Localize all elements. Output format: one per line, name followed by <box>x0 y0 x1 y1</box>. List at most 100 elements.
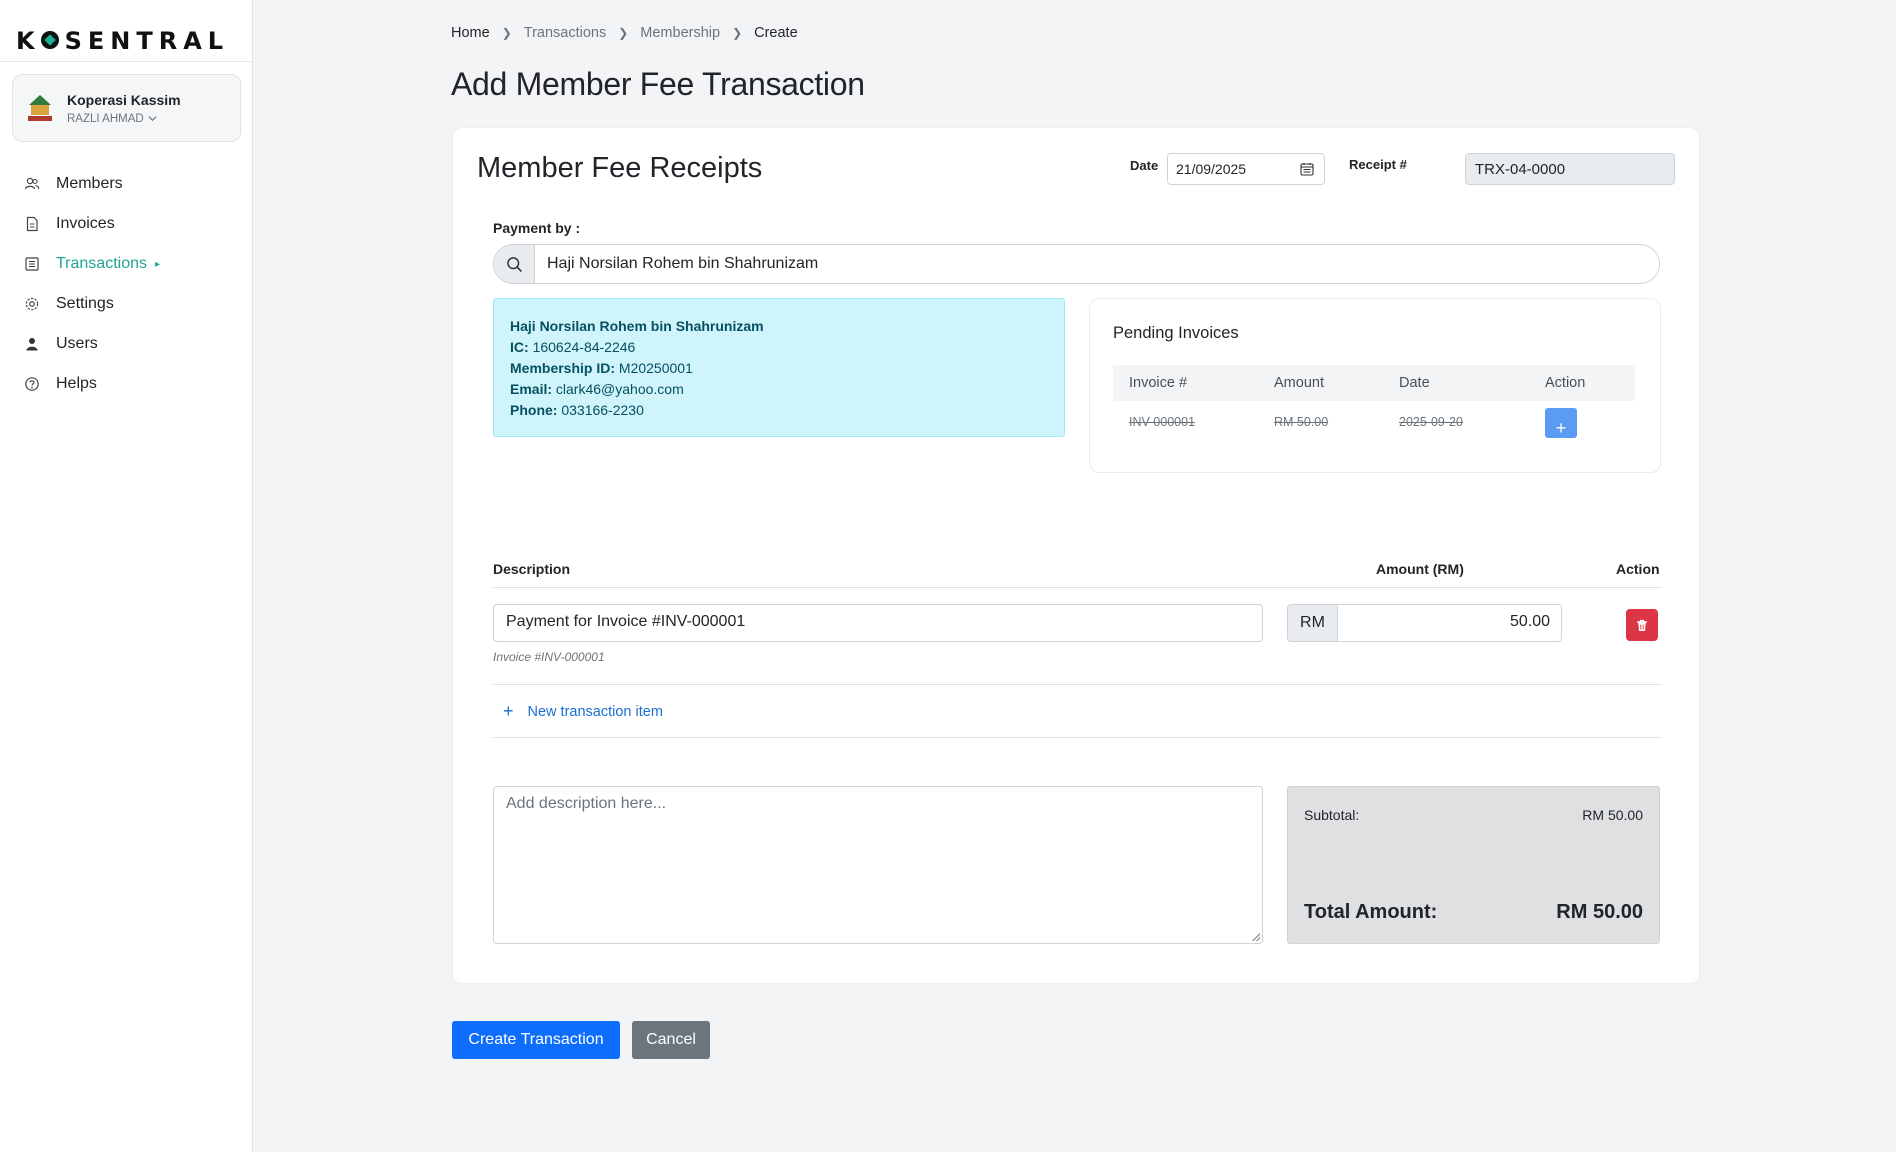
totals-panel: Subtotal: RM 50.00 Total Amount: RM 50.0… <box>1287 786 1660 944</box>
plus-icon: + <box>1555 418 1567 438</box>
pending-invoices-panel: Pending Invoices Invoice # Amount Date A… <box>1089 298 1661 473</box>
table-row: INV-000001 RM 50.00 2025-09-20 + <box>1113 401 1635 443</box>
sidebar: K SENTRAL Koperasi Kassim RAZLI AHMAD Me… <box>0 0 253 1152</box>
divider <box>493 684 1661 685</box>
delete-item-button[interactable] <box>1626 609 1658 641</box>
create-transaction-button[interactable]: Create Transaction <box>452 1021 620 1059</box>
user-icon <box>24 336 40 352</box>
sidebar-item-label: Settings <box>56 295 114 312</box>
caret-right-icon: ▸ <box>155 258 161 270</box>
column-header-action: Action <box>1545 375 1586 391</box>
chevron-right-icon: ❯ <box>618 26 629 40</box>
pending-table-header: Invoice # Amount Date Action <box>1113 365 1635 401</box>
calendar-icon[interactable] <box>1300 162 1314 176</box>
phone-label: Phone: <box>510 402 558 418</box>
date-input[interactable]: 21/09/2025 <box>1167 153 1325 185</box>
brand-logo[interactable]: K SENTRAL <box>0 0 252 62</box>
column-header-amount-rm: Amount (RM) <box>1376 561 1464 577</box>
receipt-number-field: TRX-04-0000 <box>1465 153 1675 185</box>
transactions-icon <box>24 256 40 272</box>
sidebar-item-label: Users <box>56 335 98 352</box>
invoice-icon <box>24 216 40 232</box>
sidebar-item-invoices[interactable]: Invoices <box>0 204 253 244</box>
org-name: Koperasi Kassim <box>67 91 181 108</box>
sidebar-item-users[interactable]: Users <box>0 324 253 364</box>
org-switcher[interactable]: Koperasi Kassim RAZLI AHMAD <box>12 74 241 142</box>
total-amount-value: RM 50.00 <box>1556 901 1643 923</box>
add-invoice-button[interactable]: + <box>1545 408 1577 438</box>
member-email: clark46@yahoo.com <box>555 381 684 397</box>
breadcrumb: Home ❯ Transactions ❯ Membership ❯ Creat… <box>451 25 798 41</box>
plus-icon: + <box>503 701 514 721</box>
member-phone: 033166-2230 <box>561 402 644 418</box>
help-icon <box>24 376 40 392</box>
sidebar-item-helps[interactable]: Helps <box>0 364 253 404</box>
breadcrumb-current: Create <box>754 25 798 41</box>
total-amount-label: Total Amount: <box>1304 901 1438 923</box>
ic-label: IC: <box>510 339 529 355</box>
sidebar-item-label: Invoices <box>56 215 115 232</box>
membership-id-label: Membership ID: <box>510 360 616 376</box>
invoice-number: INV-000001 <box>1129 415 1196 429</box>
item-description-input[interactable]: Payment for Invoice #INV-000001 <box>493 604 1263 642</box>
invoice-amount: RM 50.00 <box>1274 415 1329 429</box>
breadcrumb-transactions[interactable]: Transactions <box>524 25 606 41</box>
subtotal-label: Subtotal: <box>1304 807 1360 823</box>
divider <box>493 737 1661 738</box>
items-table-header: Description Amount (RM) Action <box>493 561 1661 581</box>
description-placeholder: Add description here... <box>506 795 667 812</box>
org-logo-icon <box>27 93 53 123</box>
sidebar-item-label: Transactions <box>56 255 147 272</box>
column-header-amount: Amount <box>1274 375 1324 391</box>
description-textarea[interactable]: Add description here... <box>493 786 1263 944</box>
pending-invoices-title: Pending Invoices <box>1113 324 1239 342</box>
breadcrumb-home[interactable]: Home <box>451 25 490 41</box>
receipt-label: Receipt # <box>1349 157 1407 172</box>
member-name: Haji Norsilan Rohem bin Shahrunizam <box>510 318 764 334</box>
sidebar-item-members[interactable]: Members <box>0 164 253 204</box>
logo-text-pre: K <box>16 26 41 55</box>
new-transaction-item-link[interactable]: + New transaction item <box>503 701 663 722</box>
search-icon <box>494 245 535 283</box>
new-item-label: New transaction item <box>527 703 663 720</box>
org-user-name: RAZLI AHMAD <box>67 112 144 125</box>
chevron-right-icon: ❯ <box>732 26 743 40</box>
item-amount-input[interactable]: 50.00 <box>1338 604 1562 642</box>
org-user: RAZLI AHMAD <box>67 113 181 125</box>
email-label: Email: <box>510 381 553 397</box>
payment-by-search[interactable]: Haji Norsilan Rohem bin Shahrunizam <box>493 244 1660 284</box>
sidebar-item-settings[interactable]: Settings <box>0 284 253 324</box>
transaction-form-card: Member Fee Receipts Date 21/09/2025 Rece… <box>452 127 1700 984</box>
column-header-item-action: Action <box>1616 561 1660 577</box>
payment-by-label: Payment by : <box>493 220 581 236</box>
member-membership-id: M20250001 <box>618 360 693 376</box>
sidebar-item-transactions[interactable]: Transactions ▸ <box>0 244 253 284</box>
date-label: Date <box>1130 158 1159 173</box>
sidebar-item-label: Helps <box>56 375 97 392</box>
sidebar-nav: Members Invoices Transactions ▸ Settings <box>0 164 253 404</box>
gear-icon <box>24 296 40 312</box>
chevron-down-icon <box>148 116 157 122</box>
member-info-box: Haji Norsilan Rohem bin Shahrunizam IC: … <box>493 298 1065 437</box>
cancel-button[interactable]: Cancel <box>632 1021 710 1059</box>
item-amount-group: RM 50.00 <box>1287 604 1562 642</box>
member-ic: 160624-84-2246 <box>532 339 636 355</box>
column-header-description: Description <box>493 561 571 577</box>
members-icon <box>24 176 40 192</box>
trash-icon <box>1637 619 1647 631</box>
page-title: Add Member Fee Transaction <box>451 66 865 102</box>
chevron-right-icon: ❯ <box>501 26 512 40</box>
sidebar-item-label: Members <box>56 175 123 192</box>
breadcrumb-membership[interactable]: Membership <box>640 25 720 41</box>
subtotal-value: RM 50.00 <box>1582 807 1643 823</box>
invoice-date: 2025-09-20 <box>1399 415 1463 429</box>
payment-by-value[interactable]: Haji Norsilan Rohem bin Shahrunizam <box>535 255 818 273</box>
column-header-invoice: Invoice # <box>1129 375 1188 391</box>
date-value: 21/09/2025 <box>1176 161 1247 177</box>
column-header-date: Date <box>1399 375 1430 391</box>
currency-addon: RM <box>1287 604 1338 642</box>
logo-mark-icon <box>40 30 59 49</box>
item-invoice-ref: Invoice #INV-000001 <box>493 650 605 664</box>
logo-text-post: SENTRAL <box>64 26 230 55</box>
resize-handle-icon[interactable] <box>1252 933 1260 941</box>
